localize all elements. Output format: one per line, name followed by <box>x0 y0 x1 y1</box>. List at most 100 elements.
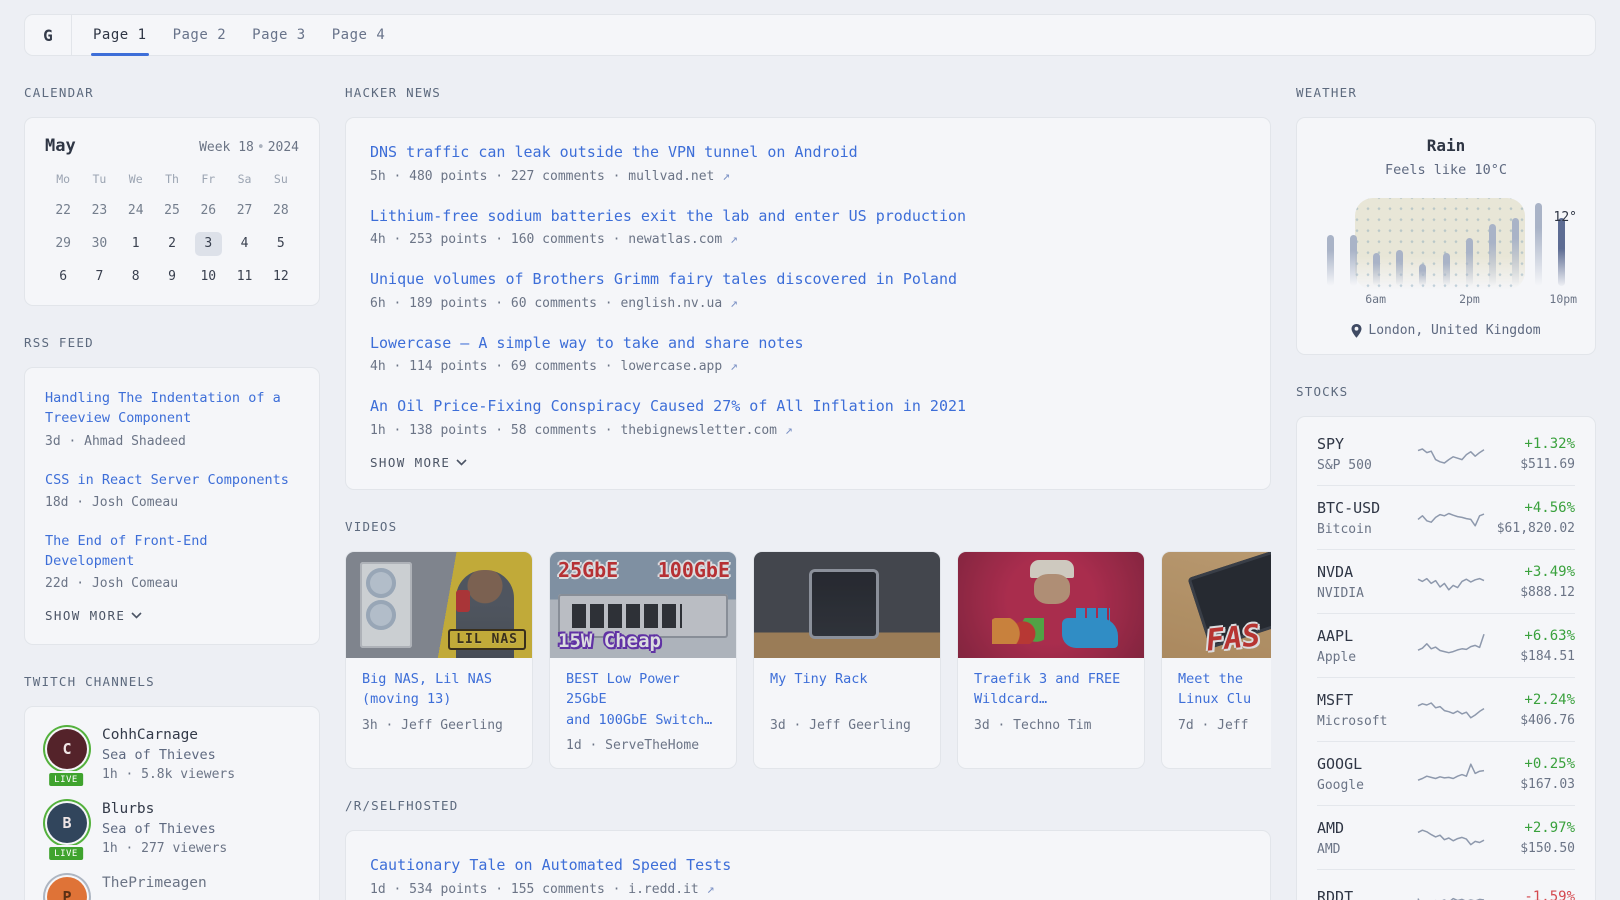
twitch-channel-name[interactable]: ThePrimeagen <box>102 875 207 891</box>
twitch-section-title: TWITCH CHANNELS <box>24 674 320 689</box>
stock-price: $888.12 <box>1489 585 1575 600</box>
weather-bar <box>1350 235 1357 286</box>
rss-card: Handling The Indentation of a Treeview C… <box>24 367 320 645</box>
hn-item-domain[interactable]: english.nv.ua <box>620 296 722 311</box>
rss-item-meta: 18d · Josh Comeau <box>45 495 299 510</box>
videos-carousel[interactable]: LIL NAS Big NAS, Lil NAS(moving 13) 3h ·… <box>345 551 1271 770</box>
weather-bar <box>1419 264 1426 286</box>
weather-hour-label: 6am <box>1365 292 1386 306</box>
video-thumbnail[interactable]: FAS <box>1162 552 1271 658</box>
tab-page-3[interactable]: Page 3 <box>252 15 306 55</box>
twitch-channel-row[interactable]: P ThePrimeagen <box>45 875 299 900</box>
stock-row[interactable]: RDDT -1.59% <box>1317 869 1575 900</box>
video-title[interactable]: Meet theLinux Clu <box>1178 669 1271 711</box>
calendar-weekday: Su <box>274 172 288 190</box>
stock-row[interactable]: AMDAMD +2.97%$150.50 <box>1317 805 1575 869</box>
stock-change: -1.59% <box>1489 889 1575 900</box>
weather-peak-temp: 12° <box>1554 210 1577 225</box>
video-thumbnail[interactable] <box>754 552 940 658</box>
stock-sparkline <box>1415 821 1487 855</box>
twitch-avatar: C <box>47 729 87 769</box>
rss-item-title[interactable]: CSS in React Server Components <box>45 470 299 490</box>
stock-row[interactable]: SPYS&P 500 +1.32%$511.69 <box>1317 422 1575 485</box>
external-link-icon: ↗ <box>730 359 738 374</box>
thumbnail-text: LIL NAS <box>448 629 526 650</box>
reddit-item-meta: 1d · 534 points · 155 comments · i.redd.… <box>370 882 1246 897</box>
rss-show-more-button[interactable]: SHOW MORE <box>45 608 142 623</box>
rss-item-title[interactable]: The End of Front-End Development <box>45 531 299 572</box>
stock-row[interactable]: NVDANVIDIA +3.49%$888.12 <box>1317 549 1575 613</box>
hackernews-section: HACKER NEWS DNS traffic can leak outside… <box>345 85 1271 490</box>
stock-sparkline <box>1415 501 1487 535</box>
calendar-day: 9 <box>158 265 185 289</box>
stock-symbol: RDDT <box>1317 888 1413 900</box>
hn-item-domain[interactable]: mullvad.net <box>628 169 714 184</box>
selfhosted-section-title: /R/SELFHOSTED <box>345 798 1271 813</box>
stock-row[interactable]: BTC-USDBitcoin +4.56%$61,820.02 <box>1317 485 1575 549</box>
stock-price: $61,820.02 <box>1489 521 1575 536</box>
app-logo[interactable]: G <box>25 15 72 55</box>
twitch-category[interactable]: Sea of Thieves <box>102 747 235 763</box>
stock-name: S&P 500 <box>1317 458 1413 473</box>
weather-bar <box>1489 224 1496 286</box>
calendar-weekday: We <box>129 172 143 190</box>
video-thumbnail[interactable]: LIL NAS <box>346 552 532 658</box>
hackernews-card: DNS traffic can leak outside the VPN tun… <box>345 117 1271 490</box>
stock-row[interactable]: MSFTMicrosoft +2.24%$406.76 <box>1317 677 1575 741</box>
hn-item-meta: 4h · 253 points · 160 comments · newatla… <box>370 232 1246 247</box>
video-card[interactable]: LIL NAS Big NAS, Lil NAS(moving 13) 3h ·… <box>345 551 533 770</box>
calendar-day: 10 <box>195 265 222 289</box>
hn-item-title[interactable]: Unique volumes of Brothers Grimm fairy t… <box>370 268 1246 291</box>
tab-page-1[interactable]: Page 1 <box>93 15 147 55</box>
hn-show-more-button[interactable]: SHOW MORE <box>370 455 467 470</box>
weather-bar-current <box>1558 218 1565 286</box>
calendar-day: 27 <box>231 199 258 223</box>
video-meta: 3d · Techno Tim <box>974 718 1128 733</box>
video-title[interactable]: My Tiny Rack <box>770 669 924 711</box>
calendar-weekday: Fr <box>201 172 215 190</box>
twitch-channel-row[interactable]: B LIVE Blurbs Sea of Thieves 1h · 277 vi… <box>45 801 299 856</box>
stock-row[interactable]: AAPLApple +6.63%$184.51 <box>1317 613 1575 677</box>
calendar-weekday: Sa <box>238 172 252 190</box>
video-card[interactable]: My Tiny Rack 3d · Jeff Geerling <box>753 551 941 770</box>
calendar-day: 30 <box>86 232 113 256</box>
calendar-day: 6 <box>50 265 77 289</box>
calendar-day: 2 <box>158 232 185 256</box>
video-card[interactable]: 25GbE 100GbE 15W Cheap BEST Low Power 25… <box>549 551 737 770</box>
external-link-icon: ↗ <box>730 296 738 311</box>
calendar-weekday: Th <box>165 172 179 190</box>
tab-page-2[interactable]: Page 2 <box>173 15 227 55</box>
reddit-item-domain[interactable]: i.redd.it <box>628 882 698 897</box>
hn-item-title[interactable]: An Oil Price-Fixing Conspiracy Caused 27… <box>370 395 1246 418</box>
hn-item-domain[interactable]: thebignewsletter.com <box>620 423 777 438</box>
rss-item: The End of Front-End Development 22d · J… <box>45 531 299 592</box>
reddit-item-title[interactable]: Cautionary Tale on Automated Speed Tests <box>370 854 1246 877</box>
stock-symbol: MSFT <box>1317 691 1413 709</box>
stock-price: $167.03 <box>1489 777 1575 792</box>
video-title[interactable]: Traefik 3 and FREEWildcard… <box>974 669 1128 711</box>
twitch-avatar: P <box>47 877 87 900</box>
weather-section-title: WEATHER <box>1296 85 1596 100</box>
rss-item-title[interactable]: Handling The Indentation of a Treeview C… <box>45 388 299 429</box>
video-title[interactable]: Big NAS, Lil NAS(moving 13) <box>362 669 516 711</box>
hn-item-meta: 1h · 138 points · 58 comments · thebigne… <box>370 423 1246 438</box>
tab-page-4[interactable]: Page 4 <box>332 15 386 55</box>
twitch-category[interactable]: Sea of Thieves <box>102 821 227 837</box>
video-title[interactable]: BEST Low Power 25GbEand 100GbE Switch… <box>566 669 720 732</box>
twitch-channel-name[interactable]: Blurbs <box>102 801 227 817</box>
calendar-day: 1 <box>122 232 149 256</box>
hn-item-domain[interactable]: newatlas.com <box>628 232 722 247</box>
video-card[interactable]: Traefik 3 and FREEWildcard… 3d · Techno … <box>957 551 1145 770</box>
twitch-channel-row[interactable]: C LIVE CohhCarnage Sea of Thieves 1h · 5… <box>45 727 299 782</box>
video-card[interactable]: FAS Meet theLinux Clu 7d · Jeff <box>1161 551 1271 770</box>
videos-section-title: VIDEOS <box>345 519 1271 534</box>
hn-item-title[interactable]: Lithium-free sodium batteries exit the l… <box>370 205 1246 228</box>
hn-item-title[interactable]: Lowercase – A simple way to take and sha… <box>370 332 1246 355</box>
hn-item-domain[interactable]: lowercase.app <box>620 359 722 374</box>
hn-item-title[interactable]: DNS traffic can leak outside the VPN tun… <box>370 141 1246 164</box>
hn-item-meta: 5h · 480 points · 227 comments · mullvad… <box>370 169 1246 184</box>
twitch-channel-name[interactable]: CohhCarnage <box>102 727 235 743</box>
video-thumbnail[interactable] <box>958 552 1144 658</box>
stock-row[interactable]: GOOGLGoogle +0.25%$167.03 <box>1317 741 1575 805</box>
video-thumbnail[interactable]: 25GbE 100GbE 15W Cheap <box>550 552 736 658</box>
